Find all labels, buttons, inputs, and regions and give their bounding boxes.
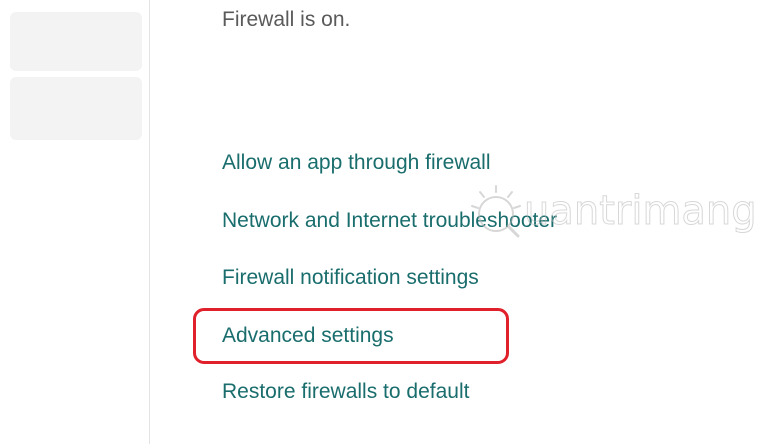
watermark-sun-icon bbox=[471, 185, 521, 238]
firewall-settings-page: Firewall is on. Allow an app through fir… bbox=[0, 0, 764, 444]
sidebar-item-placeholder-2[interactable] bbox=[10, 77, 142, 140]
sidebar-item-placeholder-1[interactable] bbox=[10, 12, 142, 71]
sidebar bbox=[0, 0, 150, 444]
restore-firewalls-default-link[interactable]: Restore firewalls to default bbox=[222, 380, 469, 404]
firewall-status-text: Firewall is on. bbox=[222, 8, 351, 31]
advanced-settings-highlight bbox=[193, 308, 509, 364]
firewall-notification-settings-link[interactable]: Firewall notification settings bbox=[222, 266, 479, 290]
allow-app-through-firewall-link[interactable]: Allow an app through firewall bbox=[222, 151, 491, 175]
watermark-logo: uantrimang bbox=[466, 178, 762, 248]
watermark-text: uantrimang bbox=[524, 188, 758, 235]
sidebar-divider bbox=[149, 0, 150, 444]
